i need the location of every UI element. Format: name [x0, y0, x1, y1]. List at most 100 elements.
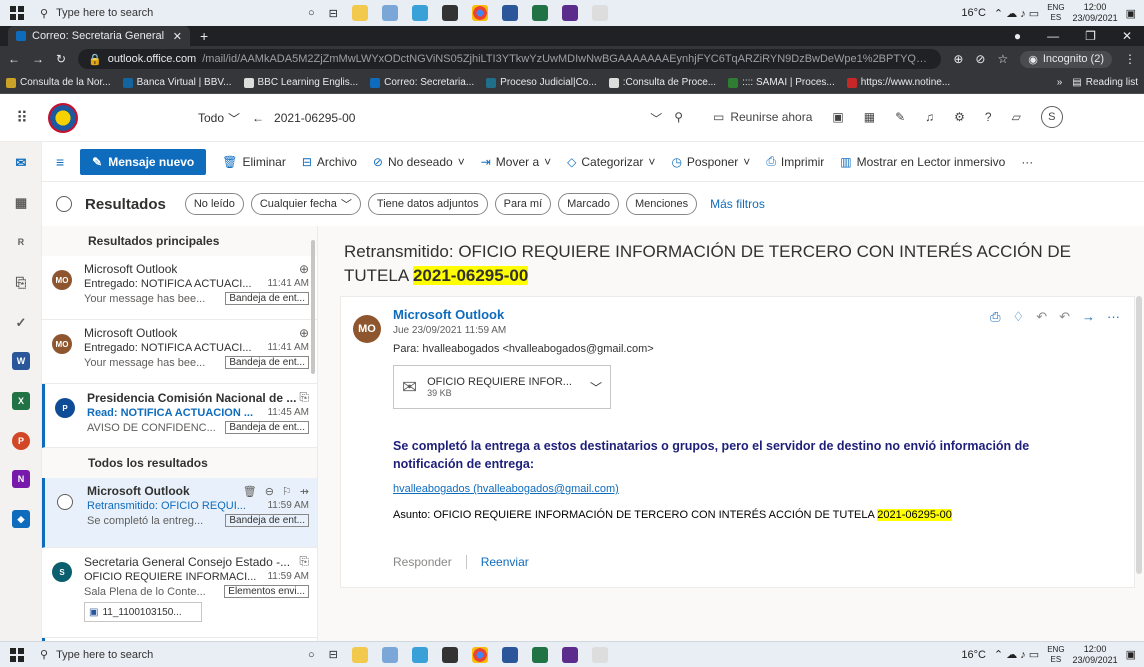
- attach-icon[interactable]: ⎘: [12, 274, 30, 292]
- more-commands-button[interactable]: ···: [1021, 155, 1033, 169]
- onenote-app-icon[interactable]: N: [12, 470, 30, 488]
- word-icon[interactable]: [501, 646, 518, 663]
- store-icon[interactable]: [381, 646, 398, 663]
- immersive-reader-button[interactable]: ▥ Mostrar en Lector inmersivo: [840, 155, 1005, 169]
- gear-icon[interactable]: ⚙: [954, 110, 965, 124]
- reply-icon[interactable]: ↶: [1036, 309, 1047, 325]
- feedback-icon[interactable]: ▱: [1012, 110, 1021, 124]
- eye-off-icon[interactable]: ⊘: [975, 52, 985, 66]
- filter-unread[interactable]: No leído: [184, 193, 244, 215]
- archive-button[interactable]: ⊟ Archivo: [302, 155, 357, 169]
- language-indicator[interactable]: ENG ES: [1047, 3, 1064, 23]
- meet-now-button[interactable]: ▭ Reunirse ahora: [713, 110, 812, 124]
- list-scrollbar[interactable]: [311, 240, 315, 374]
- filter-to-me[interactable]: Para mí: [494, 193, 552, 215]
- bookmark-item[interactable]: Consulta de la Nor...: [6, 77, 111, 88]
- address-bar[interactable]: 🔒 outlook.office.com/mail/id/AAMkADA5M2Z…: [78, 49, 942, 69]
- chrome-icon[interactable]: [471, 5, 488, 21]
- zoom-icon[interactable]: ⊕: [953, 52, 963, 66]
- delete-button[interactable]: 🗑 Eliminar: [222, 155, 286, 169]
- edge-icon[interactable]: [411, 5, 428, 21]
- todo-icon[interactable]: ✓: [12, 314, 30, 332]
- attachment-chip[interactable]: ▣ 11_1100103150...: [84, 602, 202, 622]
- windows-start-icon[interactable]: [0, 647, 34, 662]
- minimize-icon[interactable]: —: [1047, 29, 1059, 43]
- bookmark-item[interactable]: :Consulta de Proce...: [608, 77, 716, 88]
- list-item[interactable]: MO Microsoft Outlook ⊕ Entregado: NOTIFIC…: [42, 256, 317, 320]
- tray-icons[interactable]: ⌃ ☁ ♪ ▭: [994, 648, 1039, 661]
- notifications-icon[interactable]: ▣: [1126, 7, 1136, 20]
- bookmark-item[interactable]: Proceso Judicial|Co...: [486, 77, 597, 88]
- media-icon[interactable]: [561, 5, 578, 21]
- reading-list-button[interactable]: ▤ Reading list: [1072, 77, 1138, 88]
- pin-icon[interactable]: ⇸: [300, 485, 309, 498]
- search-query[interactable]: 2021-06295-00: [274, 111, 355, 125]
- avatar[interactable]: S: [1040, 106, 1063, 128]
- filter-mentions[interactable]: Menciones: [625, 193, 698, 215]
- app-icon[interactable]: [591, 5, 608, 21]
- cortana-icon[interactable]: ○: [308, 7, 315, 19]
- select-radio[interactable]: [57, 494, 73, 510]
- close-window-icon[interactable]: ✕: [1122, 29, 1132, 43]
- maximize-icon[interactable]: ❐: [1085, 29, 1096, 43]
- media-icon[interactable]: [561, 646, 578, 663]
- teams-icon[interactable]: ▣: [832, 110, 843, 124]
- attachment-card[interactable]: ✉ OFICIO REQUIERE INFOR... 39 KB ﹀: [393, 365, 611, 409]
- filter-flagged[interactable]: Marcado: [558, 193, 619, 215]
- bookmark-item[interactable]: Correo: Secretaria...: [370, 77, 474, 88]
- list-item[interactable]: MO Microsoft Outlook ⊕ Entregado: NOTIFIC…: [42, 320, 317, 384]
- select-all-checkbox[interactable]: [56, 196, 72, 212]
- star-icon[interactable]: ☆: [997, 52, 1008, 66]
- trash-icon[interactable]: 🗑: [243, 485, 257, 498]
- reply-all-icon[interactable]: ↶: [1059, 309, 1070, 325]
- bookmark-item[interactable]: Banca Virtual | BBV...: [122, 77, 232, 88]
- excel-icon[interactable]: [531, 5, 548, 21]
- back-icon[interactable]: ←: [8, 52, 20, 66]
- windows-start-icon[interactable]: [0, 6, 34, 20]
- bookmark-item[interactable]: BBC Learning Englis...: [243, 77, 358, 88]
- back-arrow-icon[interactable]: ←: [252, 111, 264, 125]
- print-button[interactable]: ⎙ Imprimir: [766, 154, 824, 169]
- bag-icon[interactable]: [441, 5, 458, 21]
- edge-icon[interactable]: [411, 646, 428, 663]
- menu-icon[interactable]: ⋮: [1124, 52, 1136, 66]
- weather-temp[interactable]: 16°C: [961, 7, 986, 19]
- snooze-button[interactable]: ◷ Posponer ˅: [671, 155, 750, 169]
- reload-icon[interactable]: ↻: [56, 52, 66, 66]
- filter-attachments[interactable]: Tiene datos adjuntos: [367, 193, 488, 215]
- chrome-icon[interactable]: [471, 646, 488, 663]
- bookmark-item[interactable]: :::: SAMAI | Proces...: [728, 77, 835, 88]
- forward-icon[interactable]: →: [1082, 309, 1095, 325]
- forward-icon[interactable]: →: [32, 52, 44, 66]
- more-icon[interactable]: ···: [1107, 309, 1120, 325]
- search-icon[interactable]: ⚲: [674, 110, 683, 127]
- junk-button[interactable]: ⊘ No deseado ˅: [373, 155, 465, 169]
- taskbar-search-box[interactable]: ⚲ Type here to search: [34, 0, 294, 26]
- file-explorer-icon[interactable]: [351, 5, 368, 21]
- forward-button[interactable]: Reenviar: [481, 555, 529, 569]
- app-launcher-icon[interactable]: ⠿: [0, 108, 44, 128]
- word-icon[interactable]: ▦: [864, 110, 875, 124]
- app-icon[interactable]: [591, 646, 608, 663]
- excel-icon[interactable]: [531, 646, 548, 663]
- reply-button[interactable]: Responder: [393, 555, 452, 569]
- people-icon[interactable]: ᴿ: [12, 234, 30, 252]
- calendar-icon[interactable]: ▦: [12, 194, 30, 212]
- cortana-icon[interactable]: ○: [308, 649, 315, 661]
- chevron-down-icon[interactable]: ﹀: [590, 379, 602, 396]
- more-bookmarks-icon[interactable]: »: [1057, 77, 1063, 88]
- search-scope-dropdown[interactable]: Todo ﹀: [198, 110, 240, 127]
- close-tab-icon[interactable]: ✕: [173, 30, 182, 43]
- tray-icons[interactable]: ⌃ ☁ ♪ ▭: [994, 7, 1039, 20]
- like-icon[interactable]: ♢: [1013, 309, 1025, 325]
- clock[interactable]: 12:00 23/09/2021: [1073, 2, 1118, 24]
- language-indicator[interactable]: ENG ES: [1047, 645, 1064, 665]
- mail-search-box[interactable]: Todo ﹀ ← 2021-06295-00 ﹀ ⚲: [198, 106, 683, 130]
- list-item[interactable]: P Presidencia Comisión Nacional de ... ⎘ …: [42, 384, 317, 448]
- move-to-button[interactable]: ⇥ Mover a ˅: [481, 155, 551, 169]
- notifications-icon[interactable]: ▣: [1126, 648, 1136, 661]
- chevron-down-icon[interactable]: ﹀: [650, 110, 662, 127]
- bookmark-item[interactable]: https://www.notine...: [846, 77, 950, 88]
- print-icon[interactable]: ⎙: [990, 309, 1000, 325]
- excel-app-icon[interactable]: X: [12, 392, 30, 410]
